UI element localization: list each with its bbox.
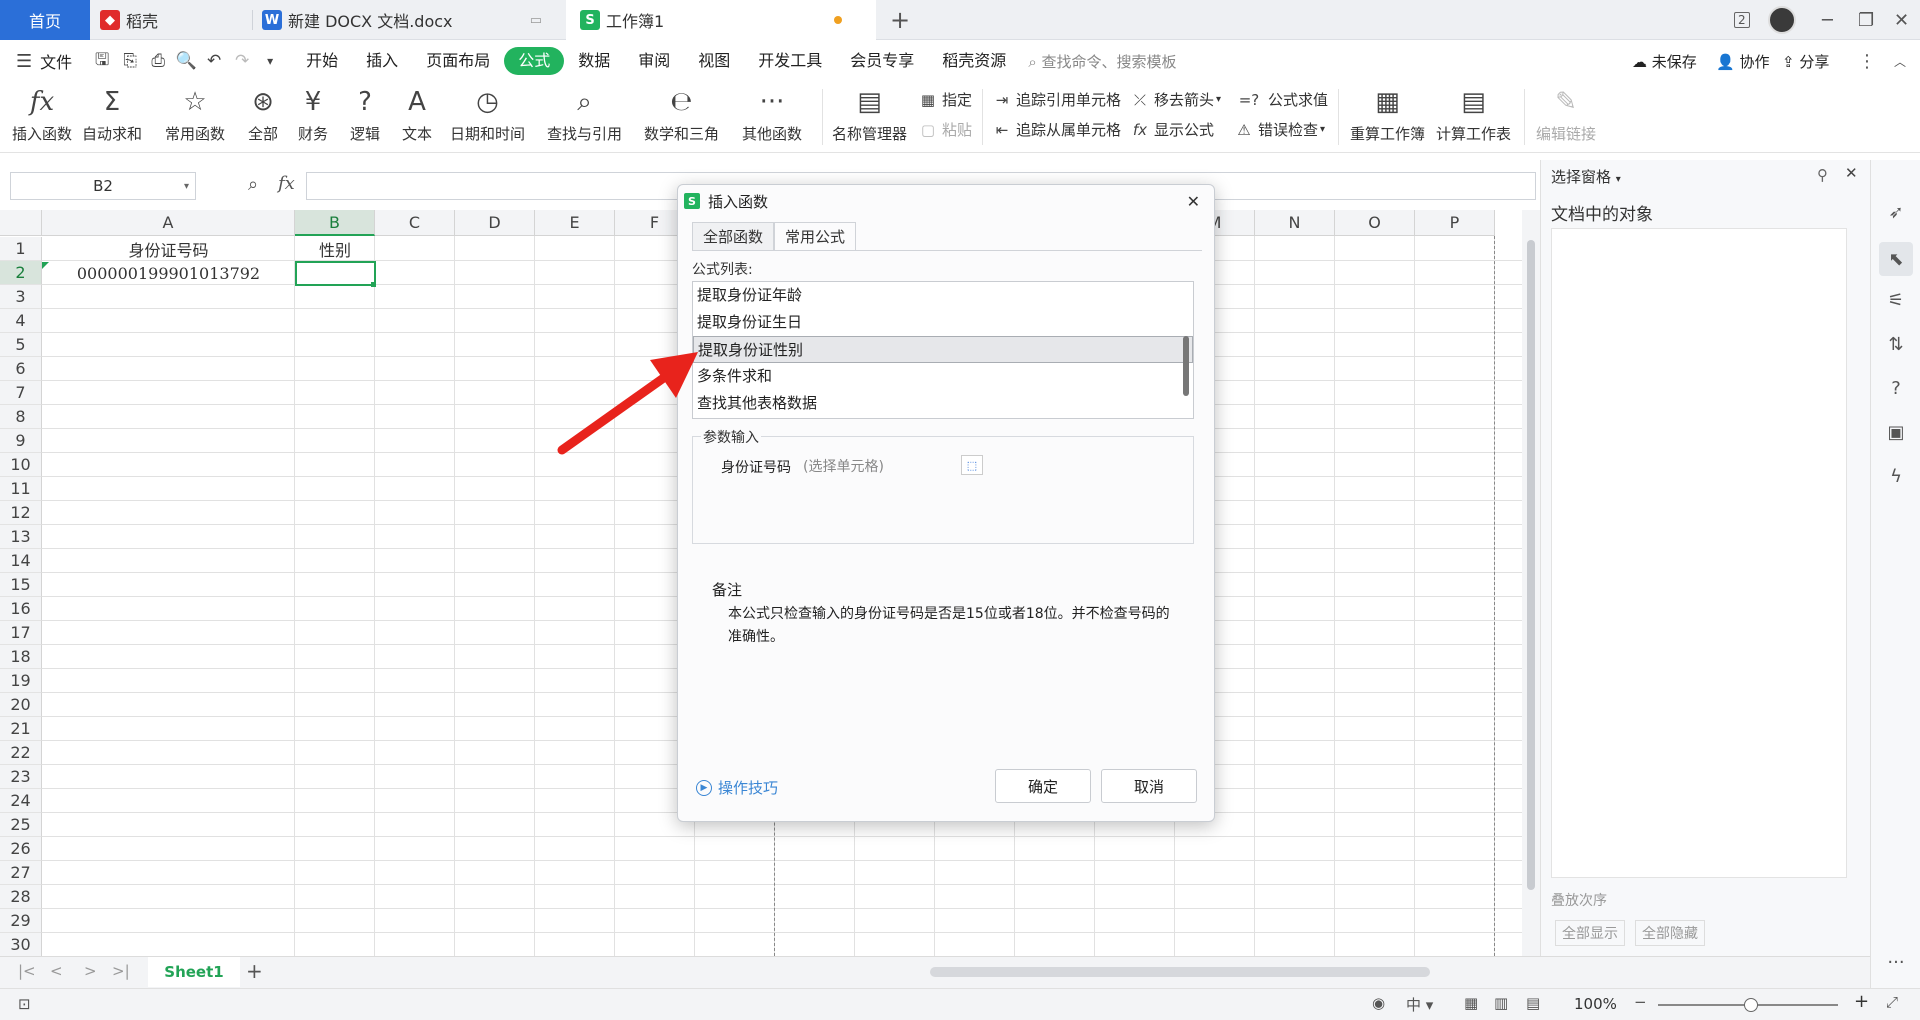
annotation-arrow-shaft [557,367,677,455]
annotation-arrow [557,352,698,455]
annotation-arrow-head [650,352,698,398]
